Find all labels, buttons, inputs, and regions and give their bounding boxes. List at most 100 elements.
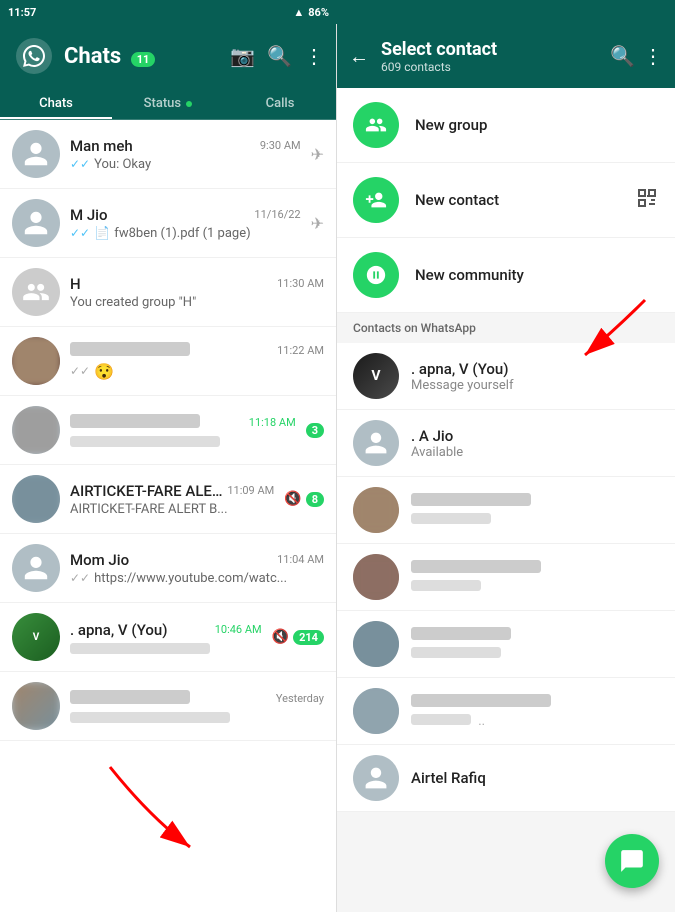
chat-content-8: . apna, V (You) 10:46 AM — [70, 621, 262, 654]
contact-item-1[interactable]: V . apna, V (You) Message yourself — [337, 343, 675, 410]
chat-content-4: 11:22 AM ✓✓ 😯 — [70, 342, 324, 381]
contact-status-5 — [411, 644, 659, 662]
contact-name-2: . A Jio — [411, 427, 659, 445]
chat-time-4: 11:22 AM — [277, 344, 324, 357]
menu-icon[interactable]: ⋮ — [304, 44, 324, 68]
doc-icon: 📄 — [94, 226, 110, 241]
chat-preview-4: ✓✓ 😯 — [70, 362, 324, 381]
contact-info-1: . apna, V (You) Message yourself — [411, 360, 659, 393]
chat-preview-2: ✓✓ 📄 fw8ben (1).pdf (1 page) — [70, 226, 301, 241]
contact-avatar-5 — [353, 621, 399, 667]
tick-4: ✓✓ — [70, 364, 90, 378]
contact-item-4[interactable] — [337, 544, 675, 611]
new-group-label: New group — [415, 116, 487, 134]
compose-fab[interactable] — [605, 834, 659, 888]
chat-name-7: Mom Jio — [70, 551, 129, 569]
tick-7: ✓✓ — [70, 571, 90, 585]
chat-content-6: AIRTICKET-FARE ALERT B... 11:09 AM AIRTI… — [70, 482, 274, 517]
contact-item-6[interactable]: .. — [337, 678, 675, 745]
back-button[interactable]: ← — [345, 40, 373, 73]
chat-time-1: 9:30 AM — [260, 139, 301, 152]
new-contact-label: New contact — [415, 191, 499, 209]
search-icon[interactable]: 🔍 — [267, 44, 292, 68]
tab-status[interactable]: Status — [112, 88, 224, 119]
contact-avatar-7 — [353, 755, 399, 801]
tab-chats[interactable]: Chats — [0, 88, 112, 119]
new-contact-icon — [353, 177, 399, 223]
contact-count: 609 contacts — [381, 60, 602, 74]
chat-time-7: 11:04 AM — [277, 553, 324, 566]
avatar-6 — [12, 475, 60, 523]
contact-name-5 — [411, 626, 659, 644]
new-group-item[interactable]: New group — [337, 88, 675, 163]
chat-name-4 — [70, 342, 190, 360]
chat-content-2: M Jio 11/16/22 ✓✓ 📄 fw8ben (1).pdf (1 pa… — [70, 206, 301, 241]
contact-avatar-2 — [353, 420, 399, 466]
battery-left: 86% — [308, 6, 329, 19]
new-community-icon — [353, 252, 399, 298]
time-left: 11:57 — [8, 6, 36, 19]
chat-preview-7: ✓✓ https://www.youtube.com/watc... — [70, 571, 324, 586]
contact-status-4 — [411, 577, 659, 595]
contact-status-1: Message yourself — [411, 378, 659, 393]
contact-item-7[interactable]: Airtel Rafiq — [337, 745, 675, 812]
status-bar-left: 11:57 ▲ 86% — [0, 0, 337, 24]
chat-item-8[interactable]: V . apna, V (You) 10:46 AM 🔇 214 — [0, 603, 336, 672]
send-icon-1: ✈ — [311, 145, 324, 164]
tick-2: ✓✓ — [70, 226, 90, 240]
chat-name-8: . apna, V (You) — [70, 621, 167, 639]
contact-avatar-4 — [353, 554, 399, 600]
chat-name-9 — [70, 690, 190, 708]
contact-avatar-6 — [353, 688, 399, 734]
new-group-icon — [353, 102, 399, 148]
contact-info-6: .. — [411, 693, 659, 729]
chat-item-9[interactable]: Yesterday — [0, 672, 336, 741]
new-contact-item[interactable]: New contact — [337, 163, 675, 238]
chat-item-6[interactable]: AIRTICKET-FARE ALERT B... 11:09 AM AIRTI… — [0, 465, 336, 534]
contact-item-3[interactable] — [337, 477, 675, 544]
chat-item-7[interactable]: Mom Jio 11:04 AM ✓✓ https://www.youtube.… — [0, 534, 336, 603]
chat-content-5: 11:18 AM — [70, 414, 296, 447]
right-header-icons: 🔍 ⋮ — [610, 44, 663, 68]
avatar-3 — [12, 268, 60, 316]
chat-content-3: H 11:30 AM You created group "H" — [70, 275, 324, 310]
chat-time-2: 11/16/22 — [254, 208, 300, 221]
chat-item-2[interactable]: M Jio 11/16/22 ✓✓ 📄 fw8ben (1).pdf (1 pa… — [0, 189, 336, 258]
contact-name-3 — [411, 492, 659, 510]
contact-info-5 — [411, 626, 659, 662]
contact-status-6: .. — [411, 711, 659, 729]
chat-content-9: Yesterday — [70, 690, 324, 723]
new-community-label: New community — [415, 266, 524, 284]
more-options-icon[interactable]: ⋮ — [643, 44, 663, 68]
contact-item-2[interactable]: . A Jio Available — [337, 410, 675, 477]
new-community-item[interactable]: New community — [337, 238, 675, 313]
contact-name-4 — [411, 559, 659, 577]
camera-icon[interactable]: 📷 — [230, 44, 255, 68]
chat-time-5: 11:18 AM — [249, 416, 296, 429]
chat-item-3[interactable]: H 11:30 AM You created group "H" — [0, 258, 336, 327]
contact-info-2: . A Jio Available — [411, 427, 659, 460]
tick-1: ✓✓ — [70, 157, 90, 171]
tab-calls[interactable]: Calls — [224, 88, 336, 119]
contact-item-5[interactable] — [337, 611, 675, 678]
chat-time-9: Yesterday — [276, 692, 324, 705]
avatar-5 — [12, 406, 60, 454]
mute-icon-8: 🔇 — [272, 629, 289, 645]
chat-name-5 — [70, 414, 200, 432]
whatsapp-icon — [16, 38, 52, 74]
chat-item-4[interactable]: 11:22 AM ✓✓ 😯 — [0, 327, 336, 396]
signal-icon: ▲ — [293, 6, 304, 19]
select-contact-title: Select contact — [381, 39, 602, 60]
chats-title: Chats 11 — [64, 44, 218, 69]
avatar-4 — [12, 337, 60, 385]
chat-item-5[interactable]: 11:18 AM 3 — [0, 396, 336, 465]
search-contacts-icon[interactable]: 🔍 — [610, 44, 635, 68]
tab-row: Chats Status Calls — [0, 88, 336, 120]
qr-icon[interactable] — [635, 186, 659, 215]
right-panel: 11:57 ▲ 86% ← Select contact 609 contact… — [337, 0, 675, 912]
chat-item-1[interactable]: Man meh 9:30 AM ✓✓ You: Okay ✈ — [0, 120, 336, 189]
contact-list: New group New contact New community Cont… — [337, 88, 675, 912]
contact-info-4 — [411, 559, 659, 595]
contact-info-3 — [411, 492, 659, 528]
chat-preview-3: You created group "H" — [70, 295, 324, 310]
